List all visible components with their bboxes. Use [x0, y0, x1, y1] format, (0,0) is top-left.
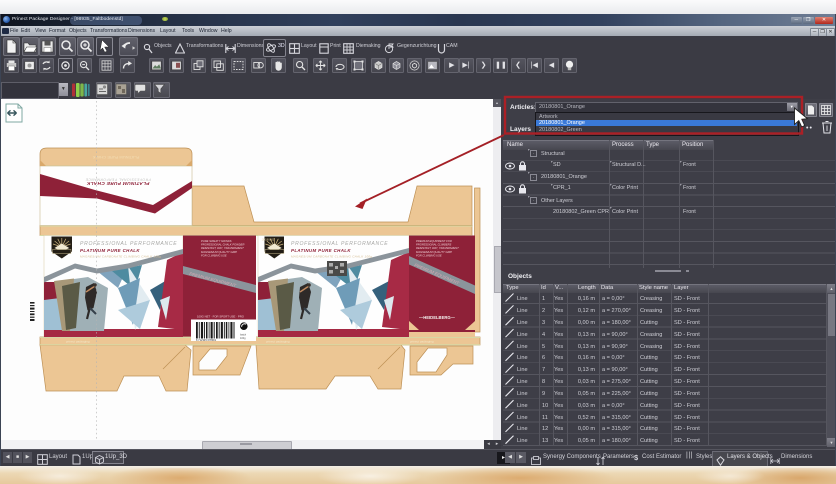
svg-text:FOR CLIMBING USE: FOR CLIMBING USE — [201, 253, 227, 257]
svg-text:—HEIDELBERG—: —HEIDELBERG— — [419, 315, 456, 320]
svg-text:PLATINUM PURE CHALK: PLATINUM PURE CHALK — [80, 248, 140, 253]
svg-text:PROFESSIONAL PERFORMANCE: PROFESSIONAL PERFORMANCE — [291, 241, 388, 247]
svg-text:PROFESSIONAL CHALK POWDER: PROFESSIONAL CHALK POWDER — [201, 243, 244, 247]
svg-text:PREMIUM EQUIPMENT FOR: PREMIUM EQUIPMENT FOR — [416, 239, 452, 243]
svg-text:MAGNESIUM CARBONATE CLIMBING C: MAGNESIUM CARBONATE CLIMBING CHALK 100g — [291, 255, 372, 259]
svg-text:8 712345 678901: 8 712345 678901 — [196, 338, 217, 342]
svg-text:MAGNESIUM QUALITY GRIP: MAGNESIUM QUALITY GRIP — [201, 250, 237, 254]
svg-text:PLATINUM PURE CHALK: PLATINUM PURE CHALK — [291, 248, 351, 253]
svg-text:PLATINUM PURE CHALK: PLATINUM PURE CHALK — [86, 180, 149, 186]
svg-text:prinect packaging: prinect packaging — [66, 340, 90, 344]
svg-text:100G NET · FOR SPORT USE ·: 100G NET · FOR SPORT USE · PRO — [197, 315, 245, 319]
svg-text:MAGNESIUM CARBONATE CLIMBING C: MAGNESIUM CARBONATE CLIMBING CHALK 100g — [80, 255, 161, 259]
svg-text:PURE SWEATY GRINDS: PURE SWEATY GRINDS — [201, 239, 232, 243]
svg-text:RESISTANT, DRY, TRANSPARENT: RESISTANT, DRY, TRANSPARENT — [416, 246, 459, 250]
svg-text:PROFESSIONAL PERFORMANCE: PROFESSIONAL PERFORMANCE — [80, 241, 177, 247]
svg-text:RESISTANT, DRY, TRANSPARENT: RESISTANT, DRY, TRANSPARENT — [201, 246, 244, 250]
svg-text:prinect packaging: prinect packaging — [266, 340, 290, 344]
svg-text:MAGNESIUM QUALITY GRIP: MAGNESIUM QUALITY GRIP — [416, 250, 452, 254]
svg-text:100g: 100g — [240, 337, 246, 340]
svg-text:20180801: 20180801 — [262, 238, 275, 242]
svg-text:prinect packaging: prinect packaging — [410, 340, 434, 344]
svg-text:FOR CLIMBING USE: FOR CLIMBING USE — [416, 253, 442, 257]
svg-text:PROFESSIONAL CLIMBERS: PROFESSIONAL CLIMBERS — [416, 243, 452, 247]
svg-text:PLATINUM PURE CHALK: PLATINUM PURE CHALK — [92, 155, 139, 160]
